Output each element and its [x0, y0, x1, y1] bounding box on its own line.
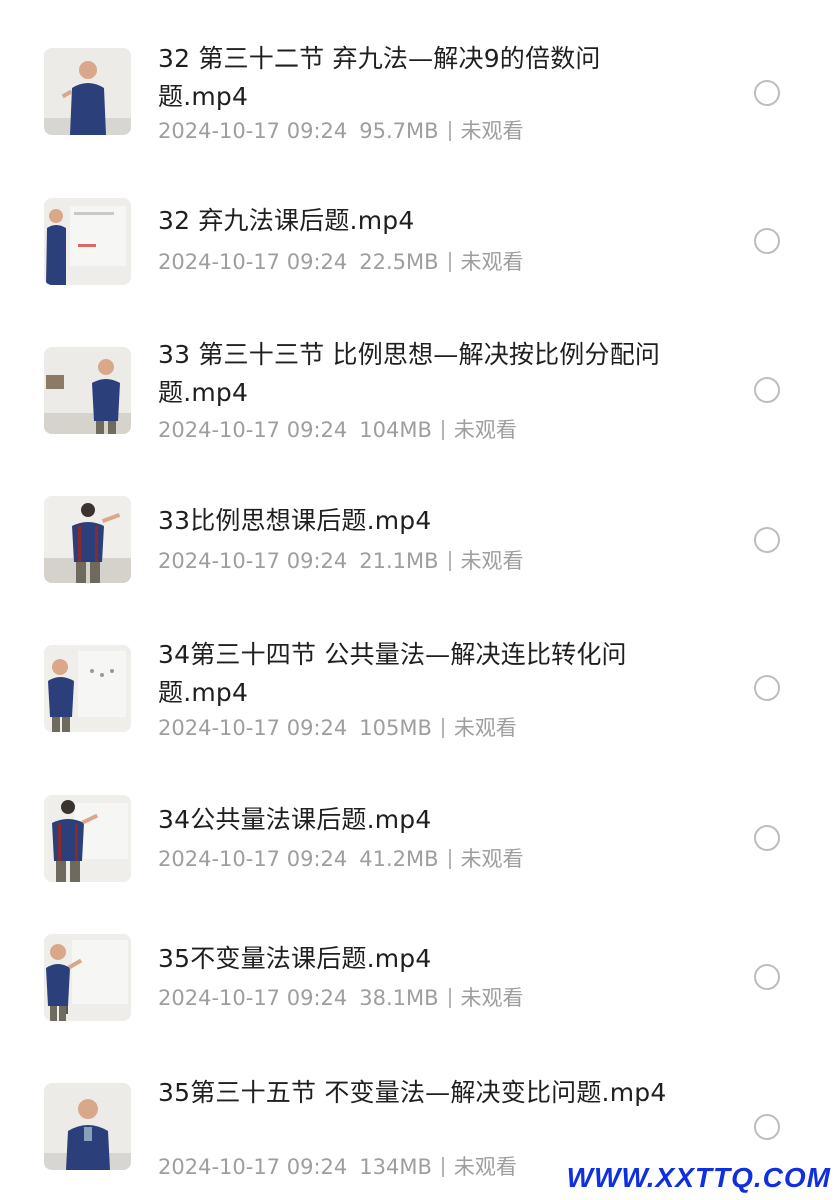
meta-divider [448, 551, 451, 571]
file-date: 2024-10-17 09:24 [158, 1155, 348, 1179]
video-thumbnail-icon [44, 496, 131, 583]
radio-circle-icon[interactable] [754, 228, 780, 254]
file-date: 2024-10-17 09:24 [158, 716, 348, 740]
radio-circle-icon[interactable] [754, 825, 780, 851]
meta-divider [448, 121, 451, 141]
meta-divider [441, 718, 444, 738]
radio-circle-icon[interactable] [754, 377, 780, 403]
file-date: 2024-10-17 09:24 [158, 986, 348, 1010]
file-title: 32 弃九法课后题.mp4 [158, 206, 415, 235]
file-date: 2024-10-17 09:24 [158, 549, 348, 573]
file-meta: 2024-10-17 09:24 41.2MB 未观看 [158, 844, 718, 874]
file-size: 134MB [359, 1155, 432, 1179]
radio-circle-icon[interactable] [754, 675, 780, 701]
meta-divider [441, 420, 444, 440]
file-row[interactable]: 32 弃九法课后题.mp4 2024-10-17 09:24 22.5MB 未观看 [0, 166, 837, 314]
video-thumbnail-icon [44, 934, 131, 1021]
file-meta: 2024-10-17 09:24 38.1MB 未观看 [158, 983, 718, 1013]
meta-divider [448, 252, 451, 272]
watch-status: 未观看 [460, 119, 524, 143]
file-date: 2024-10-17 09:24 [158, 119, 348, 143]
watch-status: 未观看 [453, 716, 517, 740]
video-thumbnail-icon [44, 1083, 131, 1170]
file-title: 33比例思想课后题.mp4 [158, 506, 432, 535]
watch-status: 未观看 [460, 847, 524, 871]
video-thumbnail-icon [44, 198, 131, 285]
meta-divider [448, 849, 451, 869]
watch-status: 未观看 [460, 250, 524, 274]
file-size: 105MB [359, 716, 432, 740]
file-row[interactable]: 34公共量法课后题.mp4 2024-10-17 09:24 41.2MB 未观看 [0, 764, 837, 904]
file-title: 34第三十四节 公共量法—解决连比转化问题.mp4 [158, 640, 627, 707]
radio-circle-icon[interactable] [754, 527, 780, 553]
video-thumbnail-icon [44, 347, 131, 434]
file-title: 33 第三十三节 比例思想—解决按比例分配问题.mp4 [158, 340, 661, 407]
file-list: 32 第三十二节 弃九法—解决9的倍数问题.mp4 2024-10-17 09:… [0, 0, 837, 1200]
file-row[interactable]: 35不变量法课后题.mp4 2024-10-17 09:24 38.1MB 未观看 [0, 904, 837, 1064]
file-size: 104MB [359, 418, 432, 442]
radio-circle-icon[interactable] [754, 1114, 780, 1140]
file-size: 21.1MB [359, 549, 439, 573]
file-size: 41.2MB [359, 847, 439, 871]
radio-circle-icon[interactable] [754, 80, 780, 106]
file-size: 38.1MB [359, 986, 439, 1010]
file-row[interactable]: 34第三十四节 公共量法—解决连比转化问题.mp4 2024-10-17 09:… [0, 614, 837, 764]
file-row[interactable]: 33 第三十三节 比例思想—解决按比例分配问题.mp4 2024-10-17 0… [0, 314, 837, 464]
file-date: 2024-10-17 09:24 [158, 418, 348, 442]
file-row[interactable]: 33比例思想课后题.mp4 2024-10-17 09:24 21.1MB 未观看 [0, 464, 837, 614]
file-date: 2024-10-17 09:24 [158, 250, 348, 274]
watch-status: 未观看 [460, 549, 524, 573]
file-meta: 2024-10-17 09:24 95.7MB 未观看 [158, 116, 718, 146]
radio-circle-icon[interactable] [754, 964, 780, 990]
file-size: 22.5MB [359, 250, 439, 274]
file-size: 95.7MB [359, 119, 439, 143]
file-title: 35第三十五节 不变量法—解决变比问题.mp4 [158, 1078, 667, 1107]
file-date: 2024-10-17 09:24 [158, 847, 348, 871]
watch-status: 未观看 [453, 1155, 517, 1179]
video-thumbnail-icon [44, 645, 131, 732]
file-row[interactable]: 32 第三十二节 弃九法—解决9的倍数问题.mp4 2024-10-17 09:… [0, 0, 837, 166]
watermark-text: WWW.XXTTQ.COM [566, 1162, 831, 1193]
file-title: 34公共量法课后题.mp4 [158, 805, 432, 834]
file-meta: 2024-10-17 09:24 21.1MB 未观看 [158, 546, 718, 576]
video-thumbnail-icon [44, 48, 131, 135]
file-meta: 2024-10-17 09:24 104MB 未观看 [158, 415, 718, 445]
file-meta: 2024-10-17 09:24 22.5MB 未观看 [158, 247, 718, 277]
file-title: 32 第三十二节 弃九法—解决9的倍数问题.mp4 [158, 44, 601, 111]
watch-status: 未观看 [460, 986, 524, 1010]
video-thumbnail-icon [44, 795, 131, 882]
watch-status: 未观看 [453, 418, 517, 442]
file-title: 35不变量法课后题.mp4 [158, 944, 432, 973]
file-meta: 2024-10-17 09:24 105MB 未观看 [158, 713, 718, 743]
meta-divider [448, 988, 451, 1008]
meta-divider [441, 1157, 444, 1177]
